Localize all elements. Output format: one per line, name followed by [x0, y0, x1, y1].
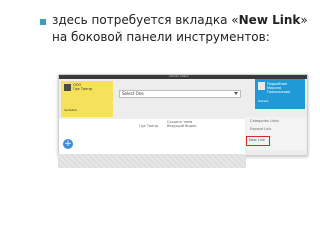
- slide-text-bold: New Link: [238, 13, 301, 27]
- middle-label-line2: Ведущий Видео: [167, 124, 197, 128]
- new-link-highlight[interactable]: New Link: [246, 136, 270, 146]
- slide-text-block: здесь потребуется вкладка «New Link» на …: [40, 12, 312, 46]
- side-item-expand[interactable]: Expand Link: [250, 127, 271, 131]
- chevron-down-icon: [234, 92, 238, 95]
- building-icon: [64, 84, 71, 91]
- window-title: Clarity Client: [169, 74, 189, 78]
- canvas-area: [58, 154, 246, 168]
- company-line2: Где Тренд: [73, 87, 93, 91]
- middle-labels: Создать тема Ведущий Видео Где Тренд: [139, 120, 196, 128]
- contact-name-line3: Пряжникова: [267, 90, 291, 94]
- avatar: [258, 82, 265, 90]
- side-item-new-link[interactable]: New Link: [249, 138, 265, 142]
- company-card[interactable]: ООО Где Тренд Updated: [61, 81, 113, 117]
- company-footer: Updated: [64, 108, 77, 112]
- slide-text: здесь потребуется вкладка «New Link» на …: [52, 12, 312, 46]
- side-item-categories[interactable]: Categories Links: [250, 119, 279, 123]
- bullet-icon: [40, 19, 46, 25]
- slide-text-part1: здесь потребуется вкладка «: [52, 13, 239, 27]
- contact-card[interactable]: Подробнее Марина Пряжникова Details: [255, 79, 305, 109]
- select-value: Select One: [122, 91, 144, 96]
- select-dropdown[interactable]: Select One: [119, 90, 241, 98]
- contact-name: Подробнее Марина Пряжникова: [267, 82, 290, 94]
- contact-footer: Details: [258, 99, 269, 103]
- add-button[interactable]: +: [63, 139, 73, 149]
